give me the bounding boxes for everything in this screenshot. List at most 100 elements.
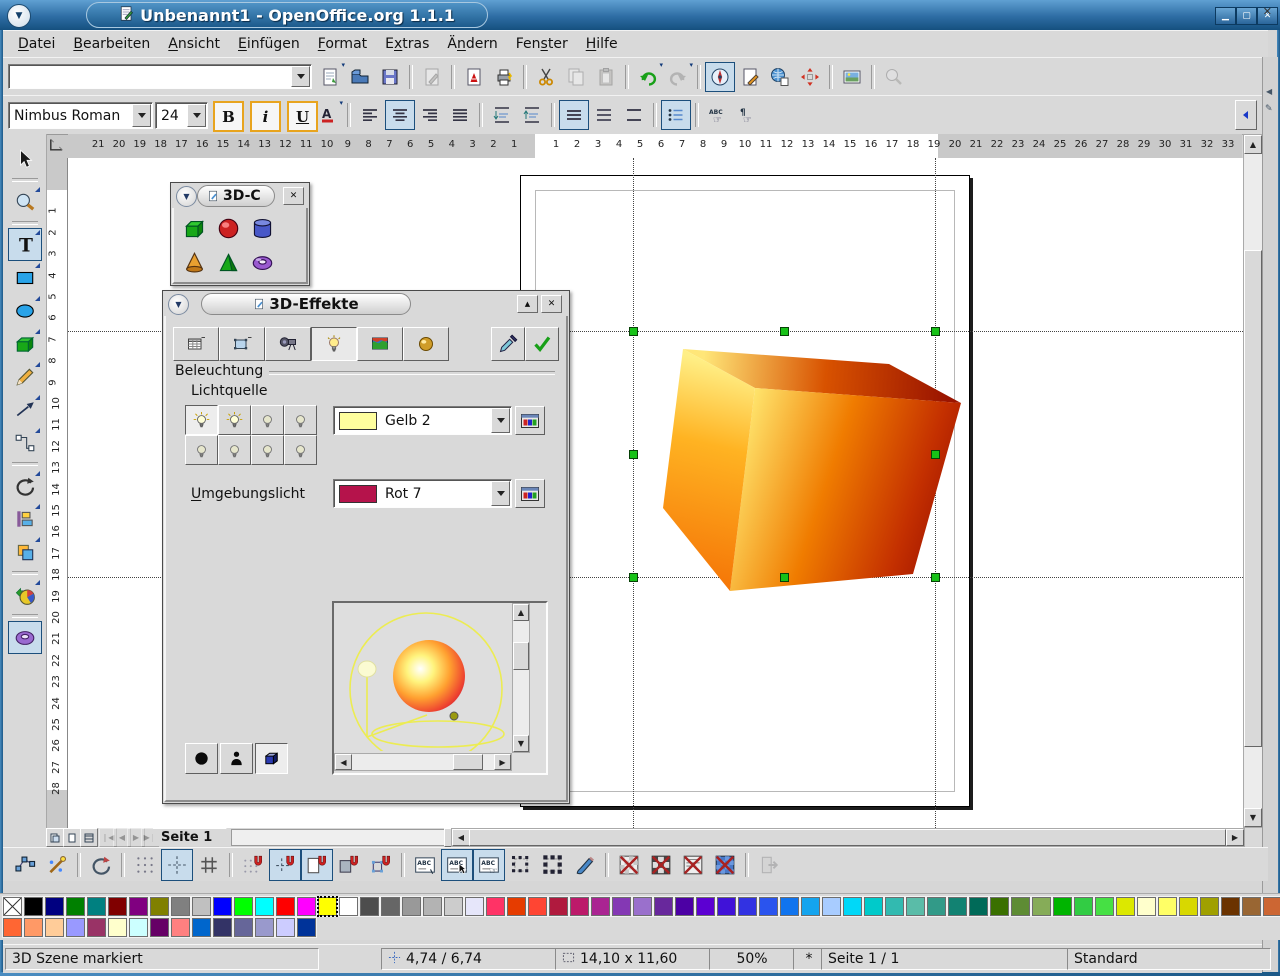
large-handles-button[interactable]: [537, 849, 569, 881]
3d-controller-button[interactable]: [8, 621, 42, 654]
color-swatch[interactable]: [507, 897, 526, 916]
line-spacing-1-button[interactable]: [559, 100, 589, 130]
arrange-tool[interactable]: [8, 535, 42, 568]
zoom-tool[interactable]: [8, 185, 42, 218]
color-swatch[interactable]: [1221, 897, 1240, 916]
font-color-button[interactable]: A▾: [313, 100, 343, 130]
color-swatch[interactable]: [66, 918, 85, 937]
color-swatch[interactable]: [171, 918, 190, 937]
apply-button[interactable]: [525, 327, 559, 361]
picture-placeholder-button[interactable]: [613, 849, 645, 881]
color-swatch[interactable]: [87, 918, 106, 937]
color-swatch[interactable]: [591, 897, 610, 916]
select-text-area-button[interactable]: ABC: [441, 849, 473, 881]
color-swatch[interactable]: [486, 897, 505, 916]
color-swatch[interactable]: [465, 897, 484, 916]
save-button[interactable]: [375, 62, 405, 92]
light-point[interactable]: [450, 712, 458, 720]
exit-all-groups-button[interactable]: [753, 849, 785, 881]
3d-objects-tool[interactable]: [8, 327, 42, 360]
scroll-right-icon[interactable]: ▶: [1226, 829, 1244, 846]
tab-illumination[interactable]: [311, 327, 357, 361]
color-swatch[interactable]: [864, 897, 883, 916]
ambient-color-picker-button[interactable]: [515, 479, 545, 508]
color-swatch[interactable]: [234, 897, 253, 916]
open-button[interactable]: [345, 62, 375, 92]
light-source-2-button[interactable]: [218, 405, 251, 435]
color-swatch[interactable]: [297, 897, 316, 916]
alignment-tool[interactable]: [8, 502, 42, 535]
paragraph-dialog-button[interactable]: ¶☞: [733, 100, 763, 130]
color-swatch[interactable]: [1242, 897, 1261, 916]
tab-material[interactable]: [403, 327, 449, 361]
light-source-5-button[interactable]: [185, 435, 218, 465]
find-button[interactable]: [879, 62, 909, 92]
dialog-close-icon[interactable]: ✕: [541, 295, 562, 313]
color-swatch[interactable]: [633, 897, 652, 916]
menu-extras[interactable]: Extras: [376, 34, 438, 54]
color-swatch[interactable]: [192, 918, 211, 937]
color-swatch[interactable]: [276, 918, 295, 937]
snap-grid-button[interactable]: [237, 849, 269, 881]
scroll-left-icon[interactable]: ◀: [452, 829, 470, 846]
tab-scene[interactable]: [265, 327, 311, 361]
modify-with-attributes-button[interactable]: [569, 849, 601, 881]
color-swatch[interactable]: [780, 897, 799, 916]
light-source-6-button[interactable]: [218, 435, 251, 465]
line-contour-button[interactable]: [709, 849, 741, 881]
rotate-tool[interactable]: [8, 469, 42, 502]
color-swatch[interactable]: [318, 897, 337, 916]
selection-handle[interactable]: [931, 327, 940, 336]
vertical-scroll-thumb[interactable]: [1244, 250, 1262, 747]
menu-fenster[interactable]: Fenster: [507, 34, 577, 54]
toolbar-scroll-left-icon[interactable]: [1235, 100, 1257, 130]
selection-handle[interactable]: [780, 573, 789, 582]
color-swatch[interactable]: [213, 918, 232, 937]
light-source-4-button[interactable]: [284, 405, 317, 435]
character-dialog-button[interactable]: ABC☞: [703, 100, 733, 130]
color-swatch[interactable]: [1116, 897, 1135, 916]
tab-shading[interactable]: [219, 327, 265, 361]
gallery-button[interactable]: [837, 62, 867, 92]
increase-spacing-button[interactable]: [487, 100, 517, 130]
light-handle[interactable]: [358, 661, 376, 677]
color-swatch[interactable]: [297, 918, 316, 937]
color-swatch[interactable]: [549, 897, 568, 916]
color-swatch[interactable]: [906, 897, 925, 916]
export-pdf-button[interactable]: [459, 62, 489, 92]
selection-handle[interactable]: [931, 450, 940, 459]
show-guides-button[interactable]: [161, 849, 193, 881]
edit-file-button[interactable]: [417, 62, 447, 92]
text-tool[interactable]: T: [8, 228, 42, 261]
page-tab[interactable]: Seite 1: [153, 828, 239, 846]
selection-handle[interactable]: [780, 327, 789, 336]
color-swatch[interactable]: [990, 897, 1009, 916]
horizontal-scrollbar[interactable]: ◀ ▶: [451, 828, 1245, 847]
color-swatch[interactable]: [1158, 897, 1177, 916]
menu-hilfe[interactable]: Hilfe: [577, 34, 627, 54]
color-swatch[interactable]: [108, 897, 127, 916]
preview-sphere-button[interactable]: [185, 743, 218, 774]
text-placeholder-button[interactable]: [677, 849, 709, 881]
minimize-button[interactable]: ▁: [1215, 7, 1236, 25]
status-page[interactable]: Seite 1 / 1: [821, 948, 1073, 970]
color-swatch[interactable]: [654, 897, 673, 916]
3d-cube-icon[interactable]: [177, 211, 211, 245]
selection-handle[interactable]: [931, 573, 940, 582]
color-swatch[interactable]: [1095, 897, 1114, 916]
color-swatch[interactable]: [843, 897, 862, 916]
color-swatch[interactable]: [381, 897, 400, 916]
color-swatch[interactable]: [969, 897, 988, 916]
color-swatch[interactable]: [927, 897, 946, 916]
horizontal-scroll-thumb[interactable]: [469, 829, 1226, 846]
guides-front-button[interactable]: [193, 849, 225, 881]
font-name-dropdown-icon[interactable]: [132, 104, 151, 127]
color-swatch[interactable]: [45, 897, 64, 916]
undo-button[interactable]: ▾: [633, 62, 663, 92]
status-position[interactable]: 4,74 / 6,74: [381, 948, 565, 970]
hyperlink-button[interactable]: [765, 62, 795, 92]
rotation-mode-button[interactable]: [85, 849, 117, 881]
color-swatch[interactable]: [339, 897, 358, 916]
quick-edit-button[interactable]: ABC: [409, 849, 441, 881]
align-center-button[interactable]: [385, 100, 415, 130]
